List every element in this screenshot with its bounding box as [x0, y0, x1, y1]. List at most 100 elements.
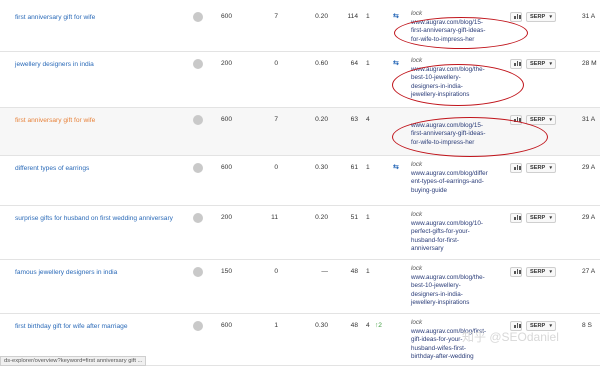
clicks-value: 11 — [271, 214, 278, 221]
url-line: first-anniversary-gift-ideas- — [411, 130, 486, 137]
chevron-down-icon: ▾ — [549, 165, 552, 171]
lock-label: lock — [411, 265, 423, 272]
cpc-value: 0.30 — [315, 164, 328, 171]
chevron-down-icon: ▾ — [549, 14, 552, 20]
table-row: famous jewellery designers in india 150 0 —… — [0, 260, 600, 314]
difficulty-badge — [193, 163, 203, 173]
chevron-down-icon: ▾ — [549, 215, 552, 221]
url-line: perfect-gifts-for-your- — [411, 228, 470, 235]
ranking-url[interactable]: lock www.augrav.com/blog/the-best-10-jewe… — [411, 57, 501, 100]
url-line: designers-in-india- — [411, 82, 463, 90]
serp-button[interactable]: SERP ▾ — [526, 267, 556, 277]
serp-label: SERP — [530, 61, 546, 67]
url-line: husband-wifes-first- — [411, 344, 466, 352]
serp-button[interactable]: SERP ▾ — [526, 163, 556, 173]
traffic-value: 48 — [350, 268, 358, 275]
keyword-link[interactable]: jewellery designers in india — [15, 60, 185, 69]
swap-arrows-icon: ⇆ — [393, 164, 399, 171]
url-line: jewellery-inspirations — [411, 299, 470, 306]
url-line: ent-types-of-earrings-and- — [411, 178, 484, 185]
serp-button[interactable]: SERP ▾ — [526, 12, 556, 22]
difficulty-badge — [193, 321, 203, 331]
update-date: 27 A — [582, 268, 596, 275]
keyword-link[interactable]: famous jewellery designers in india — [15, 268, 185, 277]
url-line: best-10-jewellery- — [411, 74, 461, 81]
volume-value: 600 — [220, 322, 232, 329]
lock-label: lock — [411, 319, 423, 326]
traffic-value: 114 — [347, 13, 358, 20]
chevron-down-icon: ▾ — [549, 117, 552, 123]
clicks-value: 0 — [274, 60, 278, 67]
position-value: 1 — [366, 268, 370, 275]
chart-icon[interactable] — [510, 213, 522, 223]
chevron-down-icon: ▾ — [549, 61, 552, 67]
position-value: 4 — [366, 116, 370, 123]
difficulty-badge — [193, 213, 203, 223]
keyword-link[interactable]: first anniversary gift for wife — [15, 116, 185, 125]
serp-button[interactable]: SERP ▾ — [526, 59, 556, 69]
difficulty-badge — [193, 115, 203, 125]
table-row: first anniversary gift for wife 600 7 0.20 6… — [0, 108, 600, 156]
chart-icon[interactable] — [510, 267, 522, 277]
update-date: 31 A — [582, 13, 596, 20]
serp-label: SERP — [530, 165, 546, 171]
cpc-value: 0.20 — [315, 13, 328, 20]
swap-arrows-icon: ⇆ — [393, 13, 399, 20]
chevron-down-icon: ▾ — [549, 269, 552, 275]
table-row: surprise gifts for husband on first wedd… — [0, 206, 600, 260]
keyword-link[interactable]: first birthday gift for wife after marri… — [15, 322, 185, 331]
serp-button[interactable]: SERP ▾ — [526, 115, 556, 125]
volume-value: 600 — [220, 13, 232, 20]
lock-label: lock — [411, 57, 423, 64]
traffic-value: 63 — [350, 116, 358, 123]
chart-icon[interactable] — [510, 12, 522, 22]
status-bar-url: ds-explorer/overview?keyword=first anniv… — [0, 356, 147, 366]
serp-label: SERP — [530, 269, 546, 275]
clicks-value: 0 — [274, 164, 278, 171]
lock-label: lock — [411, 10, 423, 17]
clicks-value: 1 — [274, 322, 278, 329]
volume-value: 200 — [220, 60, 232, 67]
traffic-value: 64 — [350, 60, 358, 67]
url-line: first-anniversary-gift-ideas- — [411, 27, 486, 34]
update-date: 29 A — [582, 164, 596, 171]
url-line: buying-guide — [411, 186, 448, 194]
cpc-value: 0.20 — [315, 214, 328, 221]
difficulty-badge — [193, 12, 203, 22]
url-line: www.augrav.com/blog/15- — [411, 121, 483, 129]
lock-label: lock — [411, 211, 423, 218]
ranking-url[interactable]: lock www.augrav.com/blog/differ ent-types-… — [411, 161, 501, 195]
volume-value: 150 — [220, 268, 232, 275]
swap-arrows-icon: ⇆ — [393, 60, 399, 67]
serp-label: SERP — [530, 117, 546, 123]
traffic-value: 48 — [350, 322, 358, 329]
position-value: 1 — [366, 214, 370, 221]
clicks-value: 7 — [274, 116, 278, 123]
position-value: 1 — [366, 60, 370, 67]
ranking-url[interactable]: lock www.augrav.com/blog/the-best-10-jewe… — [411, 265, 501, 308]
volume-value: 200 — [220, 214, 232, 221]
serp-button[interactable]: SERP ▾ — [526, 213, 556, 223]
keyword-link[interactable]: surprise gifts for husband on first wedd… — [15, 214, 185, 223]
lock-label: lock — [411, 161, 423, 168]
position-change: ↑2 — [375, 322, 382, 329]
url-line: www.augrav.com/blog/10- — [411, 219, 483, 227]
url-line: www.augrav.com/blog/differ — [411, 169, 488, 177]
keyword-link[interactable]: different types of earrings — [15, 164, 185, 173]
chart-icon[interactable] — [510, 115, 522, 125]
cpc-value: 0.20 — [315, 116, 328, 123]
ranking-url[interactable]: lock www.augrav.com/blog/15- first-anniver… — [411, 10, 501, 44]
chart-icon[interactable] — [510, 59, 522, 69]
cpc-value: 0.60 — [315, 60, 328, 67]
ranking-url[interactable]: www.augrav.com/blog/15- first-anniversary… — [411, 113, 501, 147]
ranking-url[interactable]: lock www.augrav.com/blog/10- perfect-gifts… — [411, 211, 501, 254]
clicks-value: 0 — [274, 268, 278, 275]
cpc-value: 0.30 — [315, 322, 328, 329]
volume-value: 600 — [220, 164, 232, 171]
chart-icon[interactable] — [510, 163, 522, 173]
url-line: designers-in-india- — [411, 290, 463, 298]
keyword-link[interactable]: first anniversary gift for wife — [15, 13, 185, 22]
url-line: www.augrav.com/blog/the- — [411, 65, 485, 73]
url-line: www.augrav.com/blog/the- — [411, 273, 485, 281]
url-line: best-10-jewellery- — [411, 282, 461, 289]
